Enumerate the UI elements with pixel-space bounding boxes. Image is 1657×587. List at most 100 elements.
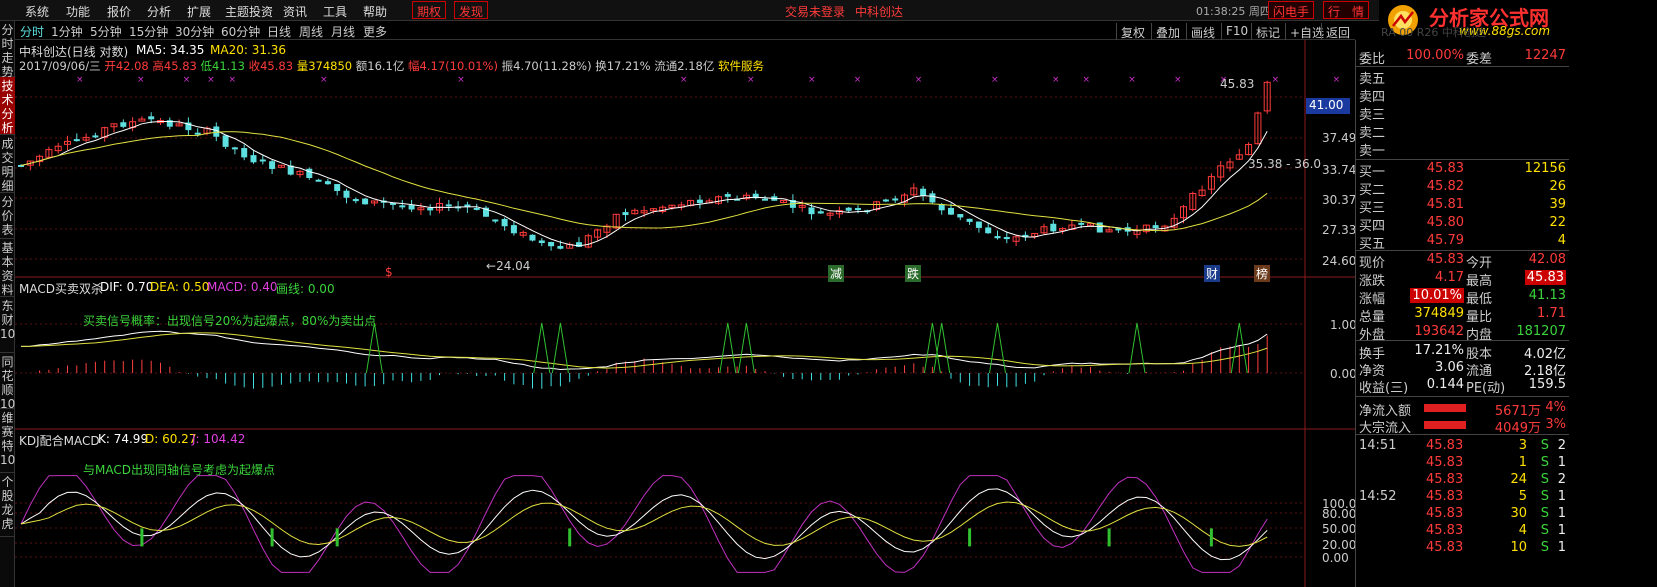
tab-price-table[interactable]: 分价表 — [0, 193, 15, 239]
menu-system[interactable]: 系统 — [25, 3, 49, 20]
tab-wisefinance[interactable]: 维赛特10 — [0, 409, 15, 473]
period-5min[interactable]: 5分钟 — [90, 23, 122, 40]
menu-theme[interactable]: 主题投资 — [225, 3, 273, 20]
y-tick-5: 24.60 — [1322, 254, 1357, 268]
login-status[interactable]: 交易未登录 — [785, 3, 845, 20]
flow-pct: 4% — [1545, 400, 1566, 415]
menu-tools[interactable]: 工具 — [323, 3, 347, 20]
tick-price: 45.83 — [1426, 523, 1464, 538]
candle-body — [343, 190, 350, 198]
x-marker: × — [1333, 75, 1341, 85]
menu-news[interactable]: 资讯 — [283, 3, 307, 20]
kdj-y-0: 0.00 — [1322, 551, 1349, 565]
candle-body — [724, 194, 731, 197]
kdj-signal-bar — [270, 528, 274, 547]
market-button[interactable]: 行 情 — [1323, 1, 1370, 19]
menu-help[interactable]: 帮助 — [363, 3, 387, 20]
stat-label: 涨幅 — [1359, 292, 1386, 307]
signal-list: 榜 — [1254, 265, 1271, 282]
tick-price: 45.83 — [1426, 472, 1464, 487]
stat-value: 10.01% — [1410, 288, 1464, 303]
tab-technical[interactable]: 技术分析 — [0, 77, 15, 135]
candle-body — [1003, 237, 1010, 240]
info-low: 低41.13 — [200, 59, 245, 73]
kdj-signal-bar — [968, 528, 972, 547]
tick-count: 1 — [1557, 523, 1566, 538]
tick-side: S — [1540, 523, 1549, 538]
stat-label: 今开 — [1466, 256, 1493, 271]
period-daily[interactable]: 日线 — [267, 23, 291, 40]
stat-label: 收益(三) — [1359, 381, 1409, 396]
stat-row: 涨跌 4.17 最高 45.83 — [1356, 270, 1569, 289]
x-marker: × — [320, 75, 328, 85]
x-marker: × — [747, 75, 755, 85]
flash-trade-button[interactable]: 闪电手 — [1268, 1, 1315, 19]
stat-value: 374849 — [1414, 306, 1464, 321]
kdj-y-50: 50.00 — [1322, 522, 1357, 536]
candle-body — [445, 204, 452, 207]
info-float: 流通2.18亿 — [654, 59, 715, 73]
candle-body — [538, 240, 545, 244]
kdj-signal-bar — [1107, 528, 1111, 547]
signal-finance: 财 — [1204, 265, 1221, 282]
period-1min[interactable]: 1分钟 — [51, 23, 83, 40]
candle-body — [510, 225, 517, 234]
kdj-d-line — [20, 501, 1268, 547]
tab-fundamentals[interactable]: 基本资料 — [0, 239, 15, 297]
candle-body — [975, 221, 982, 228]
stat-value: 45.83 — [1426, 252, 1464, 267]
period-intraday[interactable]: 分时 — [20, 23, 44, 40]
clock: 01:38:25 周四 — [1196, 5, 1271, 18]
menu-function[interactable]: 功能 — [66, 3, 90, 20]
signal-drop: 跌 — [905, 265, 922, 282]
buy-row: 买三 45.81 39 — [1356, 197, 1569, 216]
tick-count: 2 — [1557, 472, 1566, 487]
tab-tonghuashun[interactable]: 同花顺10 — [0, 353, 15, 411]
sell-row: 卖五 — [1356, 68, 1569, 87]
candle-body — [92, 135, 99, 138]
macd-y-0: 0.00 — [1330, 367, 1357, 381]
overlay-button[interactable]: 叠加 — [1151, 23, 1184, 40]
draw-button[interactable]: 画线 — [1186, 23, 1219, 40]
candle-body — [73, 139, 80, 142]
adjust-button[interactable]: 复权 — [1116, 23, 1149, 40]
info-volume: 量374850 — [296, 59, 353, 73]
low-price-label: ←24.04 — [486, 259, 531, 273]
y-tick-2: 33.74 — [1322, 163, 1357, 177]
options-button[interactable]: 期权 — [412, 1, 447, 19]
candle-body — [315, 179, 322, 182]
tick-side: S — [1540, 489, 1549, 504]
x-marker: × — [207, 75, 215, 85]
flow-pct: 3% — [1545, 417, 1566, 432]
x-marker: × — [76, 75, 84, 85]
period-more[interactable]: 更多 — [363, 23, 387, 40]
period-monthly[interactable]: 月线 — [331, 23, 355, 40]
tab-dragon-tiger[interactable]: 个股龙虎 — [0, 473, 15, 537]
period-15min[interactable]: 15分钟 — [129, 23, 168, 40]
candle-body — [920, 188, 927, 196]
x-marker: × — [183, 75, 191, 85]
x-marker: × — [1128, 75, 1136, 85]
stat-label: PE(动) — [1466, 381, 1506, 396]
tab-eastmoney[interactable]: 东财10 — [0, 297, 15, 353]
menu-quote[interactable]: 报价 — [107, 3, 131, 20]
logo-faded-text: RA 00 R26 中科创达 — [1381, 26, 1486, 39]
kdj-y-20: 20.00 — [1322, 538, 1357, 552]
back-button[interactable]: 返回 — [1321, 23, 1354, 40]
weicha-value: 12247 — [1524, 48, 1566, 63]
period-30min[interactable]: 30分钟 — [175, 23, 214, 40]
period-60min[interactable]: 60分钟 — [221, 23, 260, 40]
menu-extend[interactable]: 扩展 — [187, 3, 211, 20]
stat-value: 41.13 — [1528, 288, 1566, 303]
discover-button[interactable]: 发现 — [454, 1, 489, 19]
f10-button[interactable]: F10 — [1221, 23, 1252, 40]
buy-volume: 39 — [1549, 197, 1566, 212]
sell-label: 卖一 — [1359, 144, 1386, 159]
candle-body — [817, 211, 824, 214]
tab-intraday[interactable]: 分时走势 — [0, 21, 15, 79]
menu-analysis[interactable]: 分析 — [147, 3, 171, 20]
sell-label: 卖五 — [1359, 72, 1386, 87]
tab-trades[interactable]: 成交明细 — [0, 135, 15, 193]
mark-button[interactable]: 标记 — [1251, 23, 1284, 40]
period-weekly[interactable]: 周线 — [299, 23, 323, 40]
